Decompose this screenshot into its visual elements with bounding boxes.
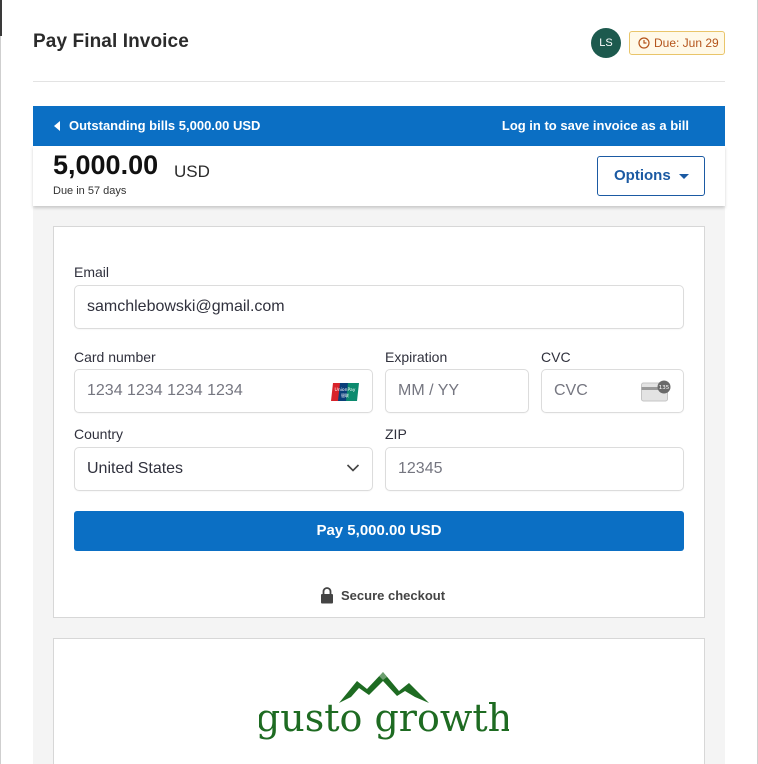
payment-form: Email samchlebowski@gmail.com Card numbe…: [53, 226, 705, 618]
gusto-growth-logo: gusto growth: [259, 672, 509, 740]
due-in-days: Due in 57 days: [53, 185, 127, 197]
zip-input[interactable]: 12345: [385, 447, 684, 491]
avatar[interactable]: LS: [591, 28, 621, 58]
caret-left-icon: [54, 121, 60, 131]
caret-down-icon: [679, 174, 689, 179]
invoice-amount: 5,000.00: [53, 150, 159, 180]
unionpay-icon: UnionPay 银联: [331, 383, 359, 401]
logo-text: gusto growth: [259, 696, 509, 740]
outstanding-bills-label: Outstanding bills 5,000.00 USD: [69, 118, 261, 133]
country-label: Country: [74, 426, 124, 442]
due-date-text: Due: Jun 29: [654, 36, 719, 50]
options-dropdown-button[interactable]: Options: [597, 156, 705, 196]
invoice-nav-bar: Outstanding bills 5,000.00 USD Log in to…: [33, 106, 725, 146]
cvc-icon-number: 135: [659, 385, 670, 391]
card-number-label: Card number: [74, 349, 156, 365]
expiration-input[interactable]: MM / YY: [385, 369, 529, 413]
chevron-down-icon: [346, 464, 360, 472]
email-label: Email: [74, 264, 110, 280]
svg-text:银联: 银联: [341, 392, 349, 398]
email-field[interactable]: samchlebowski@gmail.com: [74, 285, 684, 329]
window-edge: [0, 0, 2, 36]
invoice-summary: 5,000.00 USD Due in 57 days Options: [33, 146, 725, 206]
due-date-badge: Due: Jun 29: [629, 31, 725, 55]
clock-icon: [638, 37, 650, 49]
card-number-placeholder: 1234 1234 1234 1234: [87, 382, 243, 399]
cvc-placeholder: CVC: [554, 382, 588, 399]
country-value: United States: [87, 460, 184, 477]
country-select[interactable]: United States: [74, 447, 373, 491]
outstanding-bills-link[interactable]: Outstanding bills 5,000.00 USD: [53, 106, 260, 146]
card-number-input[interactable]: 1234 1234 1234 1234 UnionPay 银联: [74, 369, 373, 413]
brand-card: gusto growth: [53, 638, 705, 764]
zip-label: ZIP: [385, 426, 407, 442]
login-save-invoice-link[interactable]: Log in to save invoice as a bill: [502, 106, 689, 146]
page-header: Pay Final Invoice LS Due: Jun 29: [33, 20, 725, 82]
cvc-label: CVC: [541, 349, 571, 365]
cvc-card-icon: 135: [641, 380, 671, 402]
secure-checkout: Secure checkout: [320, 587, 445, 605]
pay-button[interactable]: Pay 5,000.00 USD: [74, 511, 684, 551]
invoice-currency: USD: [174, 162, 210, 181]
lock-icon: [321, 587, 333, 604]
options-label: Options: [614, 167, 671, 184]
cvc-input[interactable]: CVC 135: [541, 369, 684, 413]
expiration-label: Expiration: [385, 349, 448, 365]
secure-checkout-text: Secure checkout: [341, 588, 446, 603]
page-title: Pay Final Invoice: [33, 31, 189, 52]
